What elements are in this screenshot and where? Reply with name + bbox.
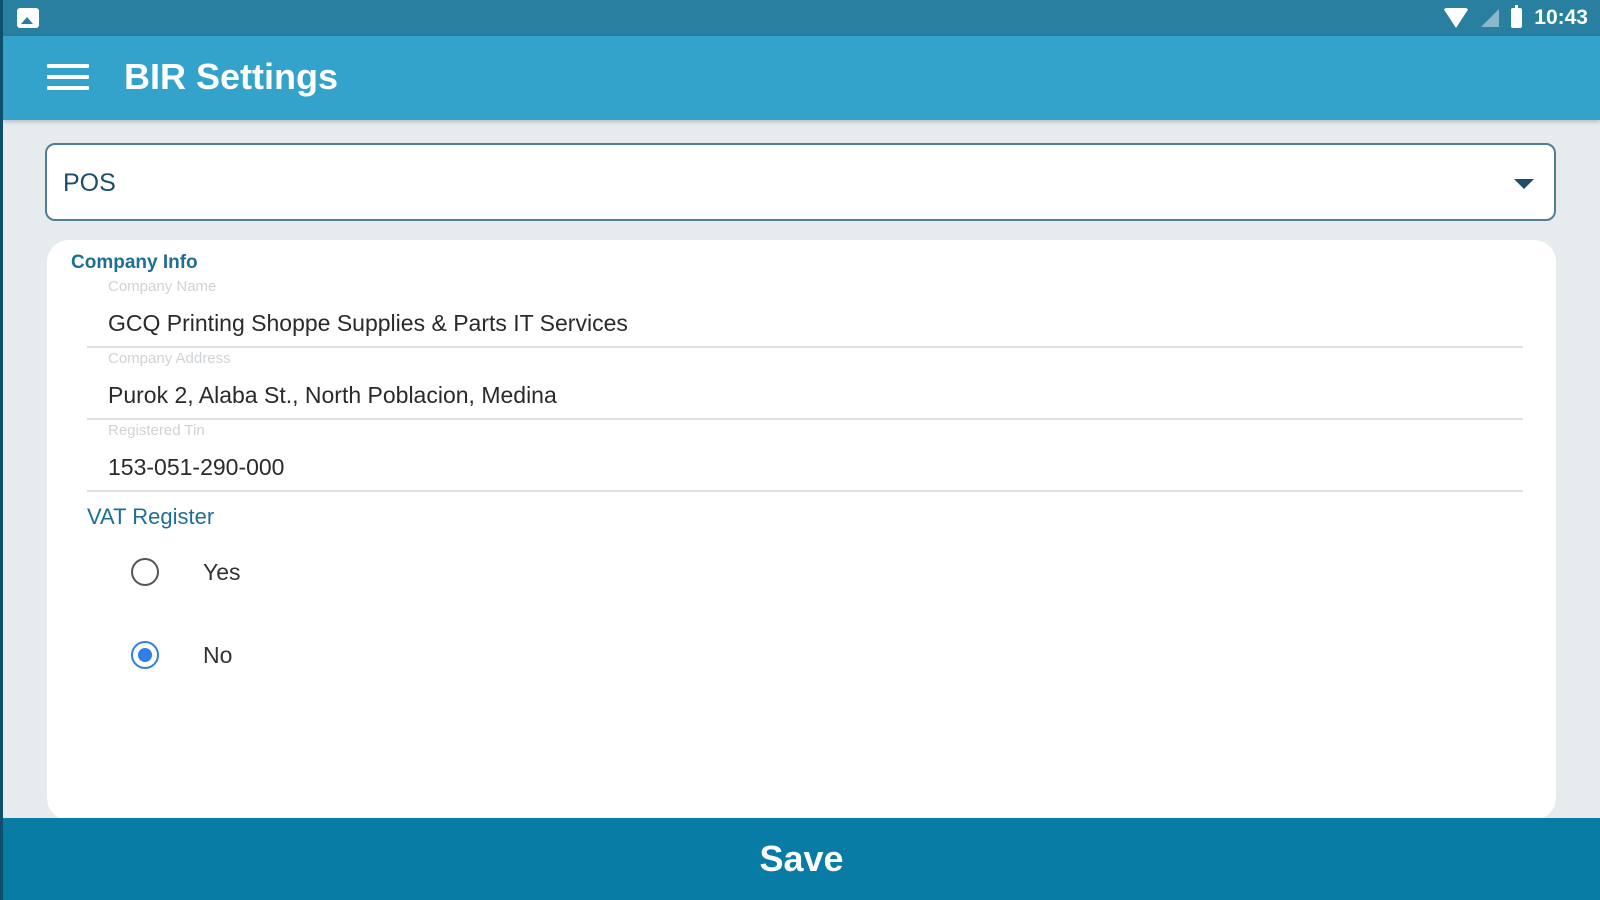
vat-option-yes-label: Yes bbox=[203, 558, 241, 585]
radio-unchecked-icon[interactable] bbox=[131, 558, 159, 586]
page-title: BIR Settings bbox=[124, 56, 339, 97]
registered-tin-label: Registered Tin bbox=[108, 422, 205, 439]
company-name-value: GCQ Printing Shoppe Supplies & Parts IT … bbox=[108, 310, 628, 336]
section-title: Company Info bbox=[71, 252, 198, 273]
pos-dropdown[interactable]: POS bbox=[45, 143, 1556, 221]
vat-option-yes[interactable]: Yes bbox=[131, 554, 241, 590]
vat-option-no[interactable]: No bbox=[131, 637, 232, 673]
status-indicators: 10:43 bbox=[1443, 0, 1588, 36]
registered-tin-field[interactable]: Registered Tin 153-051-290-000 bbox=[87, 420, 1523, 492]
status-bar: 10:43 bbox=[3, 0, 1600, 36]
company-address-field[interactable]: Company Address Purok 2, Alaba St., Nort… bbox=[87, 348, 1523, 420]
battery-icon bbox=[1511, 5, 1523, 28]
company-name-field[interactable]: Company Name GCQ Printing Shoppe Supplie… bbox=[87, 276, 1523, 348]
save-button[interactable]: Save bbox=[3, 818, 1600, 900]
screen: 10:43 BIR Settings POS Company Info Comp… bbox=[3, 0, 1600, 900]
pos-dropdown-value: POS bbox=[63, 169, 116, 197]
radio-checked-icon[interactable] bbox=[131, 641, 159, 669]
vat-register-label: VAT Register bbox=[87, 504, 215, 529]
chevron-down-icon bbox=[1514, 179, 1534, 189]
status-time: 10:43 bbox=[1534, 6, 1588, 29]
company-address-value: Purok 2, Alaba St., North Poblacion, Med… bbox=[108, 382, 557, 408]
wifi-icon bbox=[1443, 8, 1470, 28]
company-address-label: Company Address bbox=[108, 350, 231, 367]
hamburger-menu-icon[interactable] bbox=[47, 62, 89, 92]
vat-option-no-label: No bbox=[203, 641, 233, 668]
app-bar: BIR Settings bbox=[3, 36, 1600, 120]
company-info-card: Company Info Company Name GCQ Printing S… bbox=[47, 240, 1556, 820]
company-name-label: Company Name bbox=[108, 278, 217, 295]
no-signal-icon bbox=[1481, 9, 1500, 27]
registered-tin-value: 153-051-290-000 bbox=[108, 454, 285, 480]
gallery-notification-icon bbox=[17, 8, 39, 28]
